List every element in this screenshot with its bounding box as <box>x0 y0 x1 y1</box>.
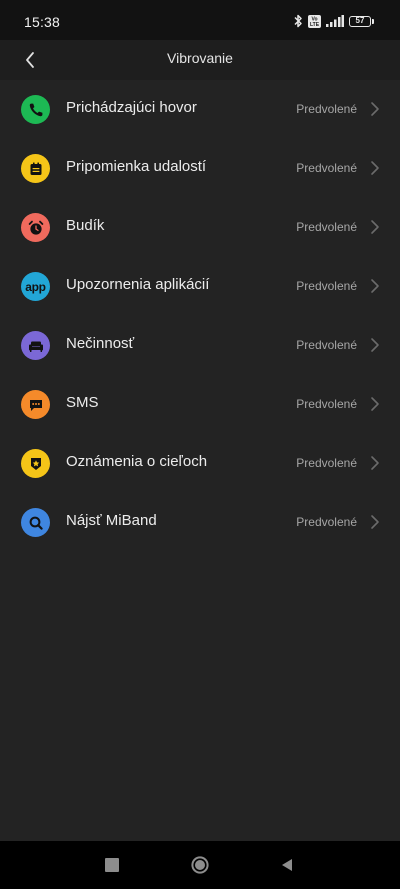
item-label: Nájsť MiBand <box>66 512 157 529</box>
page-title: Vibrovanie <box>167 50 233 66</box>
alarm-clock-icon <box>21 213 50 242</box>
item-value: Predvolené <box>296 397 357 411</box>
item-value: Predvolené <box>296 279 357 293</box>
message-icon <box>21 390 50 419</box>
list-item-find-miband[interactable]: Nájsť MiBand Predvolené <box>0 493 400 552</box>
item-value: Predvolené <box>296 161 357 175</box>
item-label: Upozornenia aplikácií <box>66 276 210 293</box>
item-label: Pripomienka udalostí <box>66 158 207 175</box>
app-icon: app <box>21 272 50 301</box>
app-icon-text: app <box>25 279 46 294</box>
item-value: Predvolené <box>296 338 357 352</box>
battery-tip <box>372 18 374 24</box>
phone-icon <box>21 95 50 124</box>
chevron-right-icon <box>371 456 379 470</box>
battery-icon: 57 <box>349 15 374 27</box>
item-value: Predvolené <box>296 102 357 116</box>
status-icons: Vo LTE 57 <box>293 13 374 29</box>
chevron-right-icon <box>371 161 379 175</box>
volte-label-bottom: LTE <box>310 22 320 28</box>
sofa-icon <box>21 331 50 360</box>
status-bar: 15:38 Vo LTE 57 <box>0 0 400 40</box>
navigation-bar <box>0 841 400 889</box>
item-value: Predvolené <box>296 220 357 234</box>
list-item-app-notifications[interactable]: app Upozornenia aplikácií Predvolené <box>0 257 400 316</box>
chevron-right-icon <box>371 102 379 116</box>
calendar-icon <box>21 154 50 183</box>
list-item-idle[interactable]: Nečinnosť Predvolené <box>0 316 400 375</box>
chevron-right-icon <box>371 279 379 293</box>
list-item-sms[interactable]: SMS Predvolené <box>0 375 400 434</box>
chevron-right-icon <box>371 515 379 529</box>
volte-icon: Vo LTE <box>308 14 321 28</box>
home-circle-icon[interactable] <box>190 855 210 875</box>
chevron-right-icon <box>371 338 379 352</box>
search-icon <box>21 508 50 537</box>
status-time: 15:38 <box>24 14 61 30</box>
recents-square-icon[interactable] <box>105 858 119 872</box>
header: Vibrovanie <box>0 40 400 80</box>
list-item-alarm[interactable]: Budík Predvolené <box>0 198 400 257</box>
list-item-event-reminder[interactable]: Pripomienka udalostí Predvolené <box>0 139 400 198</box>
item-label: SMS <box>66 394 99 411</box>
signal-icon <box>326 15 344 27</box>
item-label: Budík <box>66 217 105 234</box>
item-value: Predvolené <box>296 456 357 470</box>
badge-star-icon <box>21 449 50 478</box>
list-item-incoming-call[interactable]: Prichádzajúci hovor Predvolené <box>0 80 400 139</box>
chevron-right-icon <box>371 220 379 234</box>
item-label: Prichádzajúci hovor <box>66 99 197 116</box>
chevron-right-icon <box>371 397 379 411</box>
item-label: Nečinnosť <box>66 335 135 352</box>
battery-level: 57 <box>349 15 371 27</box>
back-triangle-icon[interactable] <box>279 855 295 875</box>
list-item-goal-notifications[interactable]: Oznámenia o cieľoch Predvolené <box>0 434 400 493</box>
item-label: Oznámenia o cieľoch <box>66 453 208 470</box>
vibration-settings-list: Prichádzajúci hovor Predvolené Pripomien… <box>0 80 400 841</box>
bluetooth-icon <box>294 14 302 28</box>
item-value: Predvolené <box>296 515 357 529</box>
